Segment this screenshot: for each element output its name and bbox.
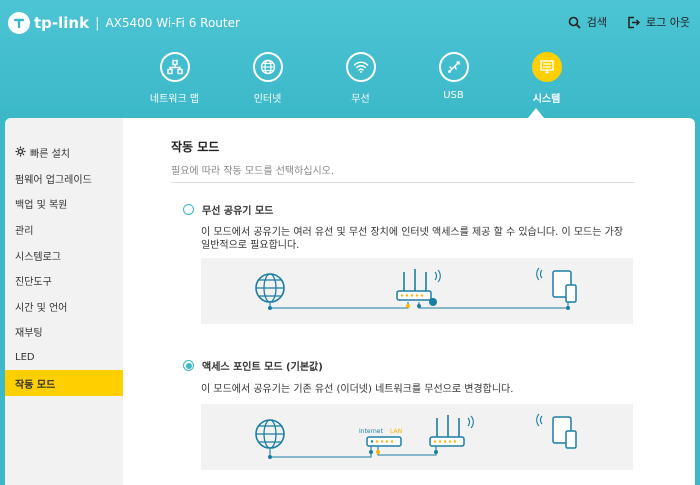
router-icon	[429, 415, 474, 447]
sidebar-label: 진단도구	[15, 277, 52, 289]
sidebar-item-administration[interactable]: 관리	[5, 217, 123, 243]
nav-system[interactable]: 시스템	[500, 52, 593, 105]
sidebar-item-quick-setup[interactable]: 빠른 설치	[5, 140, 123, 166]
sidebar-label: 빠른 설치	[30, 149, 70, 161]
access-point-mode-description: 이 모드에서 공유기는 기존 유선 (이더넷) 네트워크를 무선으로 변경합니다…	[201, 384, 514, 395]
sidebar-label: 재부팅	[15, 328, 43, 340]
nav-label-network-map: 네트워크 맵	[149, 94, 200, 105]
sidebar-item-firmware-upgrade[interactable]: 펌웨어 업그레이드	[5, 166, 123, 192]
sidebar-item-reboot[interactable]: 재부팅	[5, 319, 123, 345]
access-point-mode-radio[interactable]	[183, 360, 194, 371]
logout-icon	[628, 16, 641, 28]
nav-label-internet: 인터넷	[253, 94, 282, 105]
search-icon	[568, 16, 581, 29]
sidebar-item-led[interactable]: LED	[5, 345, 123, 371]
nav-label-wireless: 무선	[351, 94, 370, 105]
sidebar-label: 작동 모드	[15, 379, 56, 391]
access-point-mode-label: 액세스 포인트 모드 (기본값)	[202, 362, 323, 373]
access-point-mode-option[interactable]: 액세스 포인트 모드 (기본값)	[183, 358, 323, 373]
nav-usb[interactable]: USB	[407, 52, 500, 105]
network-map-icon	[159, 52, 190, 82]
brand-separator: |	[95, 15, 100, 31]
sidebar-label: 시간 및 언어	[15, 302, 68, 314]
search-label: 검색	[586, 16, 608, 29]
page-title: 작동 모드	[171, 140, 220, 154]
tp-link-logo-icon	[8, 12, 30, 34]
sidebar-item-operation-mode[interactable]: 작동 모드	[5, 370, 123, 396]
main-panel: 작동 모드 필요에 따라 작동 모드를 선택하십시오. 무선 공유기 모드 이 …	[171, 118, 635, 470]
lan-port-label: LAN	[390, 428, 402, 435]
globe-icon	[255, 273, 285, 303]
logout-button[interactable]: 로그 아웃	[627, 14, 690, 30]
nav-label-system: 시스템	[532, 94, 561, 105]
nav-label-usb: USB	[443, 90, 464, 101]
sidebar-label: 시스템로그	[15, 251, 61, 263]
router-mode-diagram	[201, 258, 633, 324]
modem-icon: Internet LAN	[359, 428, 402, 447]
top-header: tp-link | AX5400 Wi-Fi 6 Router 검색 로그 아웃…	[0, 0, 700, 120]
wifi-icon	[345, 52, 376, 82]
brand-name: tp-link	[34, 14, 90, 32]
router-mode-option[interactable]: 무선 공유기 모드	[183, 202, 273, 217]
router-mode-label: 무선 공유기 모드	[202, 206, 274, 217]
nav-network-map[interactable]: 네트워크 맵	[128, 52, 221, 105]
usb-icon	[438, 52, 469, 82]
access-point-mode-diagram: Internet LAN	[201, 404, 633, 470]
sidebar-item-diagnostics[interactable]: 진단도구	[5, 268, 123, 294]
gear-icon	[15, 146, 26, 160]
product-name: AX5400 Wi-Fi 6 Router	[105, 16, 240, 30]
nav-wireless[interactable]: 무선	[314, 52, 407, 105]
globe-icon	[252, 52, 283, 82]
sidebar-label: 관리	[15, 226, 34, 238]
devices-icon	[536, 267, 577, 303]
tp-link-logo[interactable]: tp-link | AX5400 Wi-Fi 6 Router	[8, 12, 240, 34]
search-button[interactable]: 검색	[568, 14, 607, 30]
devices-icon	[536, 413, 577, 449]
router-icon	[396, 269, 441, 306]
main-nav: 네트워크 맵 인터넷 무선 USB 시스템	[128, 52, 593, 105]
sidebar-label: 백업 및 복원	[15, 200, 68, 212]
system-icon	[531, 52, 562, 82]
nav-internet[interactable]: 인터넷	[221, 52, 314, 105]
sidebar-item-backup-restore[interactable]: 백업 및 복원	[5, 191, 123, 217]
sidebar: 빠른 설치 펌웨어 업그레이드 백업 및 복원 관리 시스템로그 진단도구 시간…	[5, 118, 123, 485]
sidebar-item-system-log[interactable]: 시스템로그	[5, 242, 123, 268]
logout-label: 로그 아웃	[646, 16, 690, 29]
sidebar-label: 펌웨어 업그레이드	[15, 174, 92, 186]
globe-icon	[255, 419, 285, 449]
active-nav-pointer	[528, 108, 544, 118]
content-card: 빠른 설치 펌웨어 업그레이드 백업 및 복원 관리 시스템로그 진단도구 시간…	[5, 118, 695, 485]
sidebar-item-time-language[interactable]: 시간 및 언어	[5, 294, 123, 320]
internet-port-label: Internet	[359, 428, 383, 435]
sidebar-label: LED	[15, 352, 35, 364]
router-mode-radio[interactable]	[183, 204, 194, 215]
page-subtitle: 필요에 따라 작동 모드를 선택하십시오.	[171, 162, 635, 183]
router-mode-description: 이 모드에서 공유기는 여러 유선 및 무선 장치에 인터넷 액세스를 제공 할…	[201, 227, 624, 251]
